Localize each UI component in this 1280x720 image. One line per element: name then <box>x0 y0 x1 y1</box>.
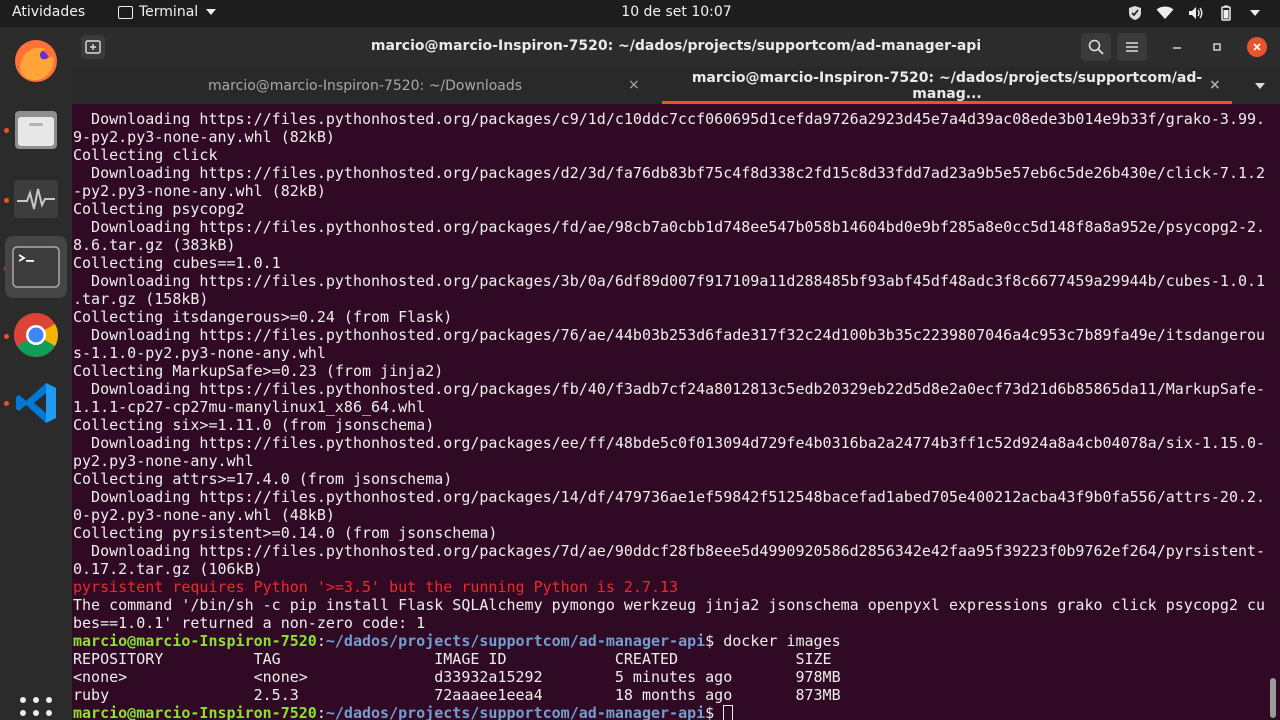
prompt-line: marcio@marcio-Inspiron-7520:~/dados/proj… <box>73 704 1266 720</box>
terminal-line: Collecting attrs>=17.4.0 (from jsonschem… <box>73 470 453 488</box>
dock-item-firefox[interactable] <box>5 30 67 92</box>
terminal-line: Downloading https://files.pythonhosted.o… <box>73 272 1266 290</box>
tab-close-icon[interactable]: × <box>628 77 640 93</box>
command-text: docker images <box>723 632 841 650</box>
dock-item-terminal[interactable] <box>5 236 67 298</box>
prompt-symbol: $ <box>705 632 724 650</box>
shield-icon[interactable] <box>1128 5 1142 21</box>
system-menu-chevron-icon[interactable] <box>1250 10 1260 16</box>
hamburger-icon <box>1126 42 1138 52</box>
close-icon <box>1253 43 1261 51</box>
terminal-line: Downloading https://files.pythonhosted.o… <box>73 434 1266 452</box>
terminal-line: Downloading https://files.pythonhosted.o… <box>73 110 1266 128</box>
pip-log: Downloading https://files.pythonhosted.o… <box>73 110 1266 578</box>
docker-table-row: <none> <none> d33932a15292 5 minutes ago… <box>73 668 841 686</box>
terminal-line: Downloading https://files.pythonhosted.o… <box>73 164 1266 182</box>
firefox-icon <box>15 40 57 82</box>
dock-item-files[interactable] <box>5 98 67 160</box>
terminal-line: Downloading https://files.pythonhosted.o… <box>73 488 1266 506</box>
prompt-user: marcio@marcio-Inspiron-7520 <box>73 632 317 650</box>
terminal-line: -py2.py3-none-any.whl (82kB) <box>73 182 326 200</box>
search-icon <box>1088 39 1104 55</box>
chrome-icon <box>14 313 58 357</box>
error-line: pyrsistent requires Python '>=3.5' but t… <box>73 578 679 596</box>
dock-item-chrome[interactable] <box>5 304 67 366</box>
tab-label: marcio@marcio-Inspiron-7520: ~/Downloads <box>207 77 523 94</box>
files-icon <box>15 111 57 149</box>
grid-dot <box>33 697 39 703</box>
terminal-line: Downloading https://files.pythonhosted.o… <box>73 218 1266 236</box>
volume-icon[interactable] <box>1188 6 1204 20</box>
terminal-line: Downloading https://files.pythonhosted.o… <box>73 380 1266 398</box>
grid-dot <box>20 697 26 703</box>
dock-item-system-monitor[interactable] <box>5 168 67 230</box>
tabs-menu-chevron-icon[interactable] <box>1255 83 1265 89</box>
prompt-path: ~/dados/projects/supportcom/ad-manager-a… <box>325 632 706 650</box>
terminal-line: s-1.1.0-py2.py3-none-any.whl <box>73 344 326 362</box>
dock-item-vscode[interactable] <box>5 372 67 434</box>
clock[interactable]: 10 de set 10:07 <box>0 4 1280 20</box>
window-headerbar: marcio@marcio-Inspiron-7520: ~/dados/pro… <box>72 27 1280 67</box>
terminal-line: Downloading https://files.pythonhosted.o… <box>73 542 1266 560</box>
terminal-icon <box>12 246 60 288</box>
show-applications-button[interactable] <box>20 697 52 720</box>
terminal-line: py2.py3-none-any.whl <box>73 452 254 470</box>
terminal-line: 8.6.tar.gz (383kB) <box>73 236 236 254</box>
maximize-icon <box>1213 43 1221 51</box>
tab-downloads[interactable]: marcio@marcio-Inspiron-7520: ~/Downloads… <box>72 67 658 104</box>
wifi-icon[interactable] <box>1156 6 1174 20</box>
terminal-line: Collecting MarkupSafe>=0.23 (from jinja2… <box>73 362 444 380</box>
tab-close-icon[interactable]: × <box>1209 77 1221 93</box>
text-cursor <box>723 705 734 720</box>
tab-bar: marcio@marcio-Inspiron-7520: ~/Downloads… <box>72 67 1280 104</box>
prompt-user: marcio@marcio-Inspiron-7520 <box>73 704 317 720</box>
close-window-button[interactable] <box>1247 37 1267 57</box>
grid-dot <box>33 710 39 716</box>
terminal-output[interactable]: Downloading https://files.pythonhosted.o… <box>72 104 1266 720</box>
terminal-line: Collecting click <box>73 146 218 164</box>
grid-dot <box>46 710 52 716</box>
prompt-path: ~/dados/projects/supportcom/ad-manager-a… <box>325 704 706 720</box>
command-failed-line: bes==1.0.1' returned a non-zero code: 1 <box>73 614 426 632</box>
maximize-button[interactable] <box>1207 37 1227 57</box>
grid-dot <box>20 710 26 716</box>
dock <box>0 27 72 720</box>
terminal-scrollbar[interactable] <box>1270 678 1276 718</box>
tab-label: marcio@marcio-Inspiron-7520: ~/dados/pro… <box>691 69 1203 102</box>
system-monitor-icon <box>14 180 58 218</box>
prompt-separator: : <box>316 632 326 650</box>
terminal-line: Collecting pyrsistent>=0.14.0 (from json… <box>73 524 498 542</box>
prompt-symbol: $ <box>705 704 724 720</box>
grid-dot <box>46 697 52 703</box>
terminal-line: Collecting itsdangerous>=0.24 (from Flas… <box>73 308 453 326</box>
search-button[interactable] <box>1081 33 1111 61</box>
docker-table-header: REPOSITORY TAG IMAGE ID CREATED SIZE <box>73 650 832 668</box>
terminal-line: Collecting cubes==1.0.1 <box>73 254 281 272</box>
terminal-line: Collecting six>=1.11.0 (from jsonschema) <box>73 416 435 434</box>
terminal-line: 0.17.2.tar.gz (106kB) <box>73 560 263 578</box>
vscode-icon <box>16 383 56 423</box>
system-tray[interactable] <box>1128 5 1260 21</box>
terminal-line: .tar.gz (158kB) <box>73 290 209 308</box>
battery-icon[interactable] <box>1218 5 1234 21</box>
terminal-line: Collecting psycopg2 <box>73 200 245 218</box>
tab-ad-manager-api[interactable]: marcio@marcio-Inspiron-7520: ~/dados/pro… <box>662 67 1232 104</box>
terminal-lines: Downloading https://files.pythonhosted.o… <box>73 110 1266 720</box>
minimize-button[interactable] <box>1167 37 1187 57</box>
terminal-line: Downloading https://files.pythonhosted.o… <box>73 326 1266 344</box>
minimize-icon <box>1173 47 1181 49</box>
prompt-separator: : <box>316 704 326 720</box>
docker-table-row: ruby 2.5.3 72aaaee1eea4 18 months ago 87… <box>73 686 841 704</box>
prompt-line: marcio@marcio-Inspiron-7520:~/dados/proj… <box>73 632 1266 650</box>
command-failed-line: The command '/bin/sh -c pip install Flas… <box>73 596 1266 614</box>
terminal-line: 0-py2.py3-none-any.whl (48kB) <box>73 506 335 524</box>
terminal-line: 1.1.1-cp27-cp27mu-manylinux1_x86_64.whl <box>73 398 426 416</box>
terminal-line: 9-py2.py3-none-any.whl (82kB) <box>73 128 335 146</box>
menu-button[interactable] <box>1117 33 1147 61</box>
top-bar: Atividades Terminal 10 de set 10:07 <box>0 0 1280 27</box>
